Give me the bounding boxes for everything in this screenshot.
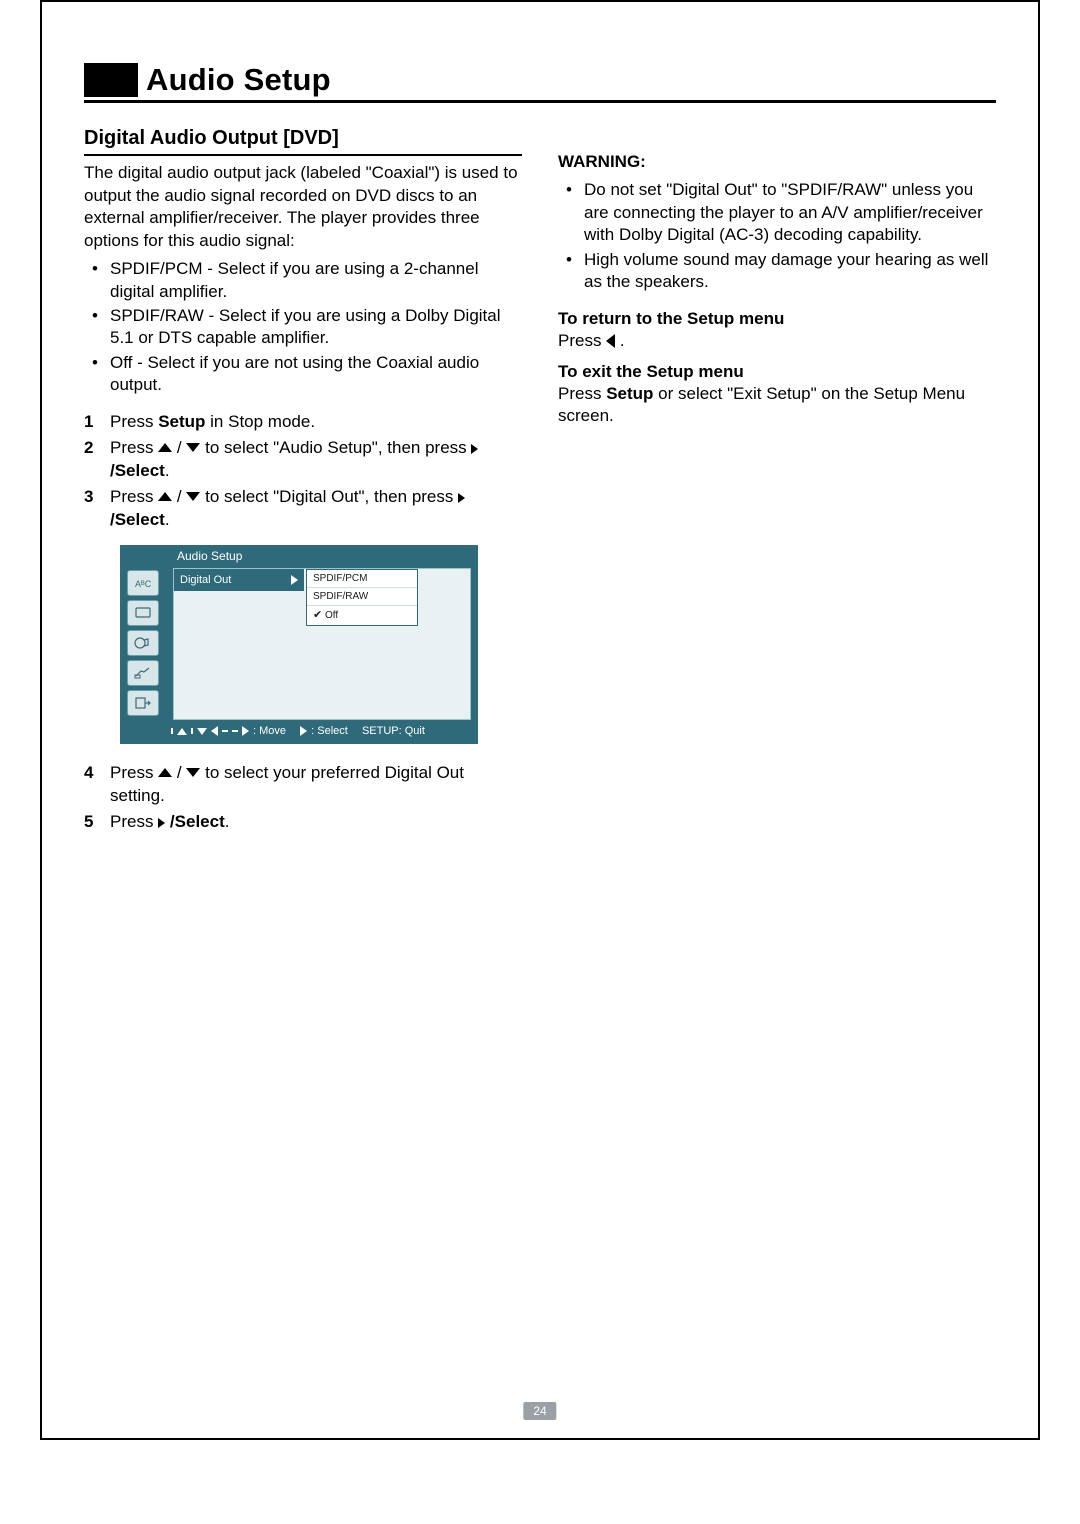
osd-icon-rail: AᴮC [121,568,171,720]
down-icon [186,492,200,501]
steps-list-2: 4 Press / to select your preferred Digit… [84,762,522,833]
left-column: Digital Audio Output [DVD] The digital a… [84,125,522,846]
osd-body: AᴮC Digital Out [121,568,477,720]
page-title: Audio Setup [146,62,331,98]
section-heading: Digital Audio Output [DVD] [84,125,522,156]
page-frame: Audio Setup Digital Audio Output [DVD] T… [40,0,1040,1440]
exit-heading: To exit the Setup menu [558,361,996,383]
warning-item: High volume sound may damage your hearin… [562,249,996,294]
osd-tab-audio-icon [127,630,159,656]
warning-list: Do not set "Digital Out" to "SPDIF/RAW" … [558,179,996,293]
osd-tab-custom-icon [127,660,159,686]
osd-popup-item: SPDIF/PCM [307,570,417,588]
osd-title: Audio Setup [121,546,477,568]
osd-footer: : Move : Select SETUP: Quit [121,720,477,744]
svg-text:AᴮC: AᴮC [135,579,152,589]
title-row: Audio Setup [84,62,996,103]
up-icon [158,768,172,777]
intro-paragraph: The digital audio output jack (labeled "… [84,162,522,252]
right-icon [242,726,249,736]
page-number: 24 [523,1402,556,1420]
option-item: SPDIF/RAW - Select if you are using a Do… [88,305,522,350]
content-columns: Digital Audio Output [DVD] The digital a… [84,125,996,846]
return-body: Press . [558,330,996,352]
option-item: SPDIF/PCM - Select if you are using a 2-… [88,258,522,303]
osd-screenshot: Audio Setup AᴮC Digital Out [120,545,478,744]
option-item: Off - Select if you are not using the Co… [88,352,522,397]
left-icon [211,726,218,736]
up-icon [177,728,187,735]
step-item: 3 Press / to select "Digital Out", then … [84,486,522,531]
warning-label: WARNING: [558,151,996,173]
step-item: 5 Press /Select. [84,811,522,833]
title-block-ornament [84,63,138,97]
up-icon [158,443,172,452]
steps-list-1: 1 Press Setup in Stop mode. 2 Press / to… [84,411,522,531]
down-icon [186,443,200,452]
step-item: 1 Press Setup in Stop mode. [84,411,522,433]
step-item: 2 Press / to select "Audio Setup", then … [84,437,522,482]
osd-popup-item: SPDIF/RAW [307,588,417,606]
return-heading: To return to the Setup menu [558,308,996,330]
osd-popup-item: ✔ Off [307,606,417,625]
step-item: 4 Press / to select your preferred Digit… [84,762,522,807]
osd-popup: SPDIF/PCM SPDIF/RAW ✔ Off [306,569,418,626]
right-icon [291,575,298,585]
right-icon [300,726,307,736]
osd-tab-exit-icon [127,690,159,716]
osd-main-panel: Digital Out SPDIF/PCM SPDIF/RAW ✔ Off [173,568,471,720]
options-list: SPDIF/PCM - Select if you are using a 2-… [84,258,522,397]
down-icon [197,728,207,735]
exit-body: Press Setup or select "Exit Setup" on th… [558,383,996,428]
osd-tab-screen-icon [127,600,159,626]
right-column: WARNING: Do not set "Digital Out" to "SP… [558,125,996,846]
check-icon: ✔ [313,609,322,621]
up-icon [158,492,172,501]
right-icon [471,444,478,454]
osd-tab-language-icon: AᴮC [127,570,159,596]
right-icon [458,493,465,503]
left-icon [606,334,615,348]
warning-item: Do not set "Digital Out" to "SPDIF/RAW" … [562,179,996,246]
down-icon [186,768,200,777]
osd-selected-item: Digital Out [174,569,304,591]
right-icon [158,818,165,828]
